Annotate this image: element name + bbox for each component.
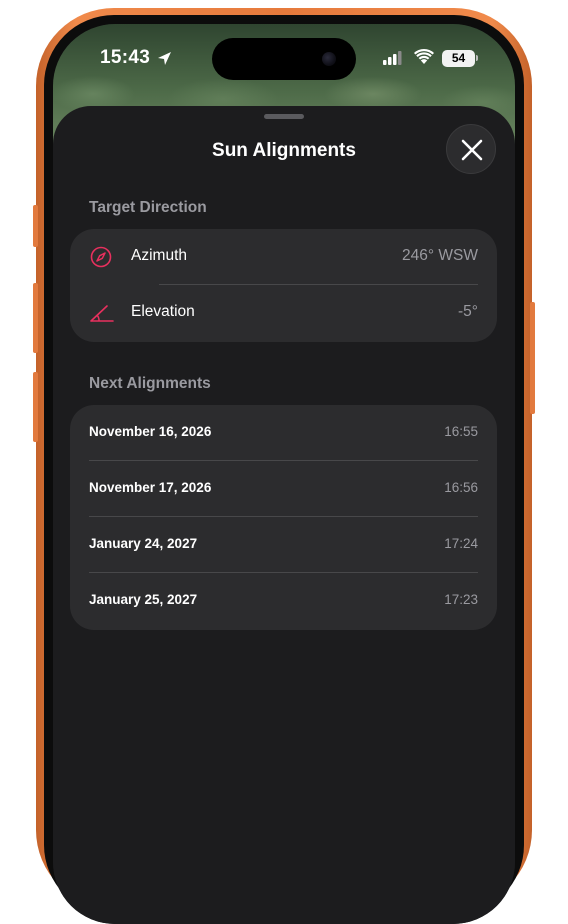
angle-icon — [90, 302, 114, 329]
close-icon — [461, 139, 483, 161]
alignment-date: January 24, 2027 — [89, 536, 198, 551]
alignment-time: 16:55 — [444, 424, 478, 439]
target-direction-card: Azimuth 246° WSW Elevation -5° — [70, 229, 497, 342]
azimuth-value: 246° WSW — [402, 247, 478, 264]
elevation-value: -5° — [458, 303, 478, 320]
battery-tip — [476, 55, 478, 61]
alignment-time: 17:23 — [444, 592, 478, 607]
alignment-date: January 25, 2027 — [89, 592, 198, 607]
cellular-signal-icon — [383, 51, 403, 70]
elevation-label: Elevation — [131, 303, 195, 320]
alignment-time: 16:56 — [444, 480, 478, 495]
dynamic-island — [212, 38, 356, 80]
alignment-row[interactable]: January 24, 2027 17:24 — [70, 517, 497, 573]
location-arrow-icon — [157, 51, 172, 71]
elevation-row[interactable]: Elevation -5° — [70, 285, 497, 341]
screen: 15:43 54 Sun Alignments Target Direction… — [53, 24, 515, 924]
next-alignments-card: November 16, 2026 16:55 November 17, 202… — [70, 405, 497, 630]
next-alignments-header: Next Alignments — [89, 375, 211, 392]
alignment-row[interactable]: November 17, 2026 16:56 — [70, 461, 497, 517]
status-time: 15:43 — [100, 47, 151, 68]
alignment-row[interactable]: November 16, 2026 16:55 — [70, 405, 497, 461]
alignment-date: November 16, 2026 — [89, 424, 212, 439]
volume-down-button — [33, 372, 38, 442]
action-button — [33, 205, 38, 247]
sheet-grabber[interactable] — [264, 114, 304, 119]
volume-up-button — [33, 283, 38, 353]
compass-icon — [90, 246, 112, 273]
close-button[interactable] — [446, 124, 496, 174]
camera-icon — [322, 52, 336, 66]
battery-icon: 54 — [442, 50, 475, 67]
side-button — [530, 302, 535, 414]
alignment-date: November 17, 2026 — [89, 480, 212, 495]
azimuth-row[interactable]: Azimuth 246° WSW — [70, 229, 497, 285]
status-bar: 15:43 54 — [53, 24, 515, 84]
wifi-icon — [414, 49, 434, 70]
sun-alignments-sheet: Sun Alignments Target Direction Azimuth … — [53, 106, 515, 924]
alignment-time: 17:24 — [444, 536, 478, 551]
alignment-row[interactable]: January 25, 2027 17:23 — [70, 573, 497, 629]
target-direction-header: Target Direction — [89, 199, 207, 216]
azimuth-label: Azimuth — [131, 247, 187, 264]
